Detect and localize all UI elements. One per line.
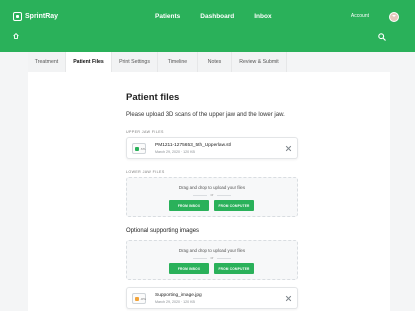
lower-from-computer-button[interactable]: FROM COMPUTER (214, 200, 254, 211)
tab-review-submit[interactable]: Review & Submit (232, 52, 287, 72)
home-icon[interactable] (13, 33, 19, 39)
close-icon[interactable] (285, 145, 292, 152)
tab-bar: Treatment Patient Files Print Settings T… (28, 52, 390, 72)
jpg-file-icon: .JPG (132, 293, 146, 304)
tab-timeline[interactable]: Timeline (158, 52, 198, 72)
optional-dropzone-or: or (127, 256, 297, 260)
nav-dashboard[interactable]: Dashboard (200, 13, 234, 20)
account-label[interactable]: Account (351, 13, 369, 19)
lower-jaw-label: LOWER JAW FILES (126, 170, 165, 174)
primary-nav: Patients Dashboard Inbox (155, 13, 272, 20)
file-badge-icon (135, 147, 139, 151)
upper-jaw-file-card: .STL PM1211-1275653_5th_Upperlaw.stl Mar… (126, 137, 298, 159)
upper-jaw-label: UPPER JAW FILES (126, 130, 164, 134)
brand-name: SprintRay (25, 13, 59, 20)
file-badge-icon (135, 297, 139, 301)
optional-images-label: Optional supporting images (126, 228, 200, 234)
nav-inbox[interactable]: Inbox (254, 13, 271, 20)
upper-file-meta: March 29, 2020 · 120 KB (155, 150, 195, 154)
close-icon[interactable] (285, 295, 292, 302)
tab-notes[interactable]: Notes (198, 52, 232, 72)
supporting-image-file-card: .JPG Supporting_image.jpg March 29, 2020… (126, 287, 298, 309)
optional-from-inbox-button[interactable]: FROM INBOX (169, 263, 209, 274)
lower-jaw-dropzone[interactable]: Drag and drop to upload your files or FR… (126, 177, 298, 217)
page-subtitle: Please upload 3D scans of the upper jaw … (126, 112, 285, 118)
optional-images-dropzone[interactable]: Drag and drop to upload your files or FR… (126, 240, 298, 280)
nav-patients[interactable]: Patients (155, 13, 180, 20)
chevron-down-icon[interactable] (392, 15, 396, 17)
tab-print-settings[interactable]: Print Settings (112, 52, 158, 72)
supporting-file-name: Supporting_image.jpg (155, 293, 202, 298)
sprintray-logo-icon (13, 12, 22, 21)
file-ext: .STL (140, 147, 146, 151)
brand-logo[interactable]: SprintRay (13, 12, 58, 21)
lower-from-inbox-button[interactable]: FROM INBOX (169, 200, 209, 211)
top-header: SprintRay Patients Dashboard Inbox Accou… (0, 0, 415, 52)
page-title: Patient files (126, 92, 180, 103)
avatar[interactable] (389, 12, 399, 22)
search-icon[interactable] (378, 33, 386, 41)
optional-from-computer-button[interactable]: FROM COMPUTER (214, 263, 254, 274)
supporting-file-meta: March 29, 2020 · 120 KB (155, 300, 195, 304)
tab-treatment[interactable]: Treatment (28, 52, 66, 72)
stl-file-icon: .STL (132, 143, 146, 154)
optional-dropzone-text: Drag and drop to upload your files (178, 248, 246, 253)
lower-dropzone-or: or (127, 193, 297, 197)
upper-file-name: PM1211-1275653_5th_Upperlaw.stl (155, 143, 231, 148)
tab-patient-files[interactable]: Patient Files (66, 52, 112, 72)
lower-dropzone-text: Drag and drop to upload your files (178, 185, 246, 190)
file-ext: .JPG (140, 297, 147, 301)
